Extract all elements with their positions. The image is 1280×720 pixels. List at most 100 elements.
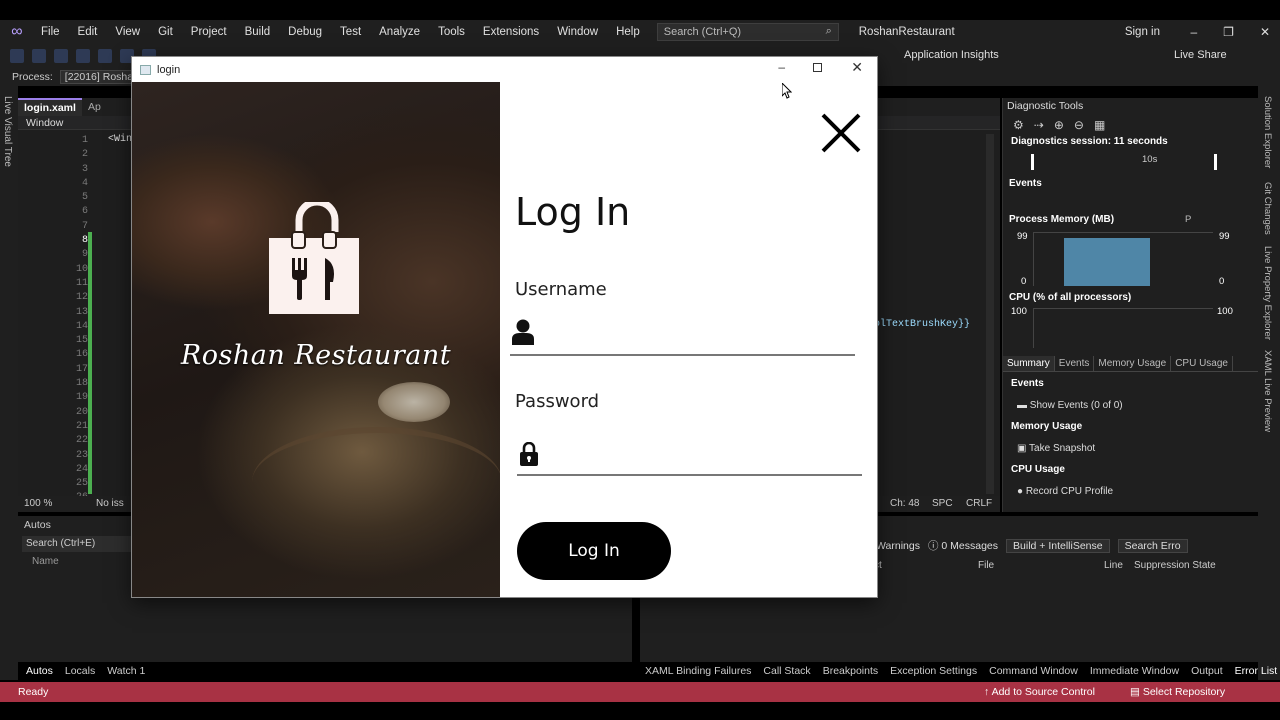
messages-filter[interactable]: ⓘ 0 Messages [928,538,998,553]
messages-label: 0 Messages [941,540,999,552]
tab-error-list[interactable]: Error List [1235,665,1278,677]
live-share-button[interactable]: Live Share [1174,49,1227,61]
tab-cpu-usage[interactable]: CPU Usage [1171,356,1233,371]
tab-locals[interactable]: Locals [65,665,95,677]
tab-watch-1[interactable]: Watch 1 [107,665,145,677]
events-icon: ▬ [1017,400,1030,411]
password-label: Password [515,391,600,412]
diag-timeline-ruler[interactable]: 10s [1031,154,1217,170]
live-visual-tree-tab[interactable]: Live Visual Tree [2,96,13,167]
menu-git[interactable]: Git [149,26,182,38]
diag-tabs: Summary Events Memory Usage CPU Usage [1003,356,1259,372]
editor-scrollbar[interactable] [986,134,994,494]
login-heading: Log In [515,190,631,234]
tab-app-xaml[interactable]: Ap [82,101,107,113]
tab-call-stack[interactable]: Call Stack [763,665,810,677]
menu-file[interactable]: File [32,26,69,38]
issues-indicator[interactable]: No iss [96,496,124,512]
line-number: 22 [75,435,88,447]
line-ending[interactable]: CRLF [966,496,992,512]
git-changes-tab[interactable]: Git Changes [1262,182,1273,235]
error-list-columns: ct File Line Suppression State [874,560,1216,571]
menu-window[interactable]: Window [548,26,607,38]
ide-restore-icon[interactable]: ❐ [1223,25,1234,39]
menu-analyze[interactable]: Analyze [370,26,429,38]
line-number: 12 [75,292,88,304]
tab-autos[interactable]: Autos [26,665,53,677]
tab-events[interactable]: Events [1055,356,1095,371]
diag-events-section[interactable]: Events [1009,178,1042,189]
menu-help[interactable]: Help [607,26,649,38]
export-icon[interactable]: ⇢ [1034,118,1044,132]
login-button[interactable]: Log In [517,522,671,580]
col-project[interactable]: ct [874,560,978,571]
tab-xaml-binding-failures[interactable]: XAML Binding Failures [645,665,751,677]
select-repository-label: Select Repository [1142,686,1226,698]
zoom-level[interactable]: 100 % [24,496,52,512]
window-maximize-button[interactable] [813,63,822,72]
menu-test[interactable]: Test [331,26,370,38]
tab-output[interactable]: Output [1191,665,1223,677]
zoom-in-icon[interactable]: ⊕ [1054,118,1064,132]
menu-view[interactable]: View [106,26,149,38]
add-to-source-control[interactable]: ↑ Add to Source Control [984,682,1095,702]
take-snapshot-label: Take Snapshot [1029,443,1096,454]
settings-gear-icon[interactable]: ⚙ [1013,118,1024,132]
col-file[interactable]: File [978,560,1104,571]
save-all-icon[interactable] [98,49,112,63]
back-icon[interactable] [10,49,24,63]
tab-command-window[interactable]: Command Window [989,665,1078,677]
line-number: 21 [75,420,88,432]
ide-close-icon[interactable]: ✕ [1260,25,1270,39]
menu-extensions[interactable]: Extensions [474,26,548,38]
tab-breakpoints[interactable]: Breakpoints [823,665,878,677]
tab-summary[interactable]: Summary [1003,356,1055,371]
diag-memory-section[interactable]: Process Memory (MB) [1009,214,1114,225]
col-line[interactable]: Line [1104,560,1134,571]
take-snapshot-link[interactable]: ▣ Take Snapshot [1017,443,1095,454]
change-tracking-bar [88,232,92,494]
tab-exception-settings[interactable]: Exception Settings [890,665,977,677]
menu-debug[interactable]: Debug [279,26,331,38]
diag-cpu-section[interactable]: CPU (% of all processors) [1009,292,1131,303]
record-cpu-link[interactable]: ● Record CPU Profile [1017,486,1113,497]
error-list-search[interactable]: Search Erro [1117,538,1188,553]
warnings-filter[interactable]: Warnings [876,540,920,552]
xaml-live-preview-tab[interactable]: XAML Live Preview [1262,350,1273,432]
select-repository[interactable]: ▤ Select Repository [1130,682,1225,702]
restaurant-bag-icon [269,202,359,314]
col-suppression-state[interactable]: Suppression State [1134,560,1216,571]
live-property-explorer-tab[interactable]: Live Property Explorer [1262,246,1273,340]
tab-memory-usage[interactable]: Memory Usage [1094,356,1172,371]
menu-build[interactable]: Build [236,26,280,38]
line-number: 20 [75,406,88,418]
solution-explorer-tab[interactable]: Solution Explorer [1262,96,1273,168]
open-icon[interactable] [54,49,68,63]
sign-in-link[interactable]: Sign in [1125,26,1160,38]
ide-search-box[interactable]: Search (Ctrl+Q) ⌕ [656,23,839,41]
line-number: 2 [81,149,88,161]
new-file-icon[interactable] [32,49,46,63]
window-close-button[interactable]: ✕ [851,59,863,76]
password-input[interactable] [546,440,856,470]
build-intellisense-select[interactable]: Build + IntelliSense [1006,538,1110,553]
window-minimize-button[interactable]: – [778,60,785,74]
application-insights-button[interactable]: Application Insights [904,49,999,61]
tab-login-xaml[interactable]: login.xaml [18,98,82,116]
login-window-titlebar[interactable]: login – ✕ [132,57,877,82]
username-input[interactable] [538,318,853,348]
reset-zoom-icon[interactable]: ▦ [1094,118,1105,132]
menu-project[interactable]: Project [182,26,236,38]
username-label: Username [515,279,607,300]
ide-minimize-icon[interactable]: – [1190,25,1197,39]
indent-mode[interactable]: SPC [932,496,953,512]
save-icon[interactable] [76,49,90,63]
menu-tools[interactable]: Tools [429,26,474,38]
zoom-out-icon[interactable]: ⊖ [1074,118,1084,132]
diag-toolbar: ⚙ ⇢ ⊕ ⊖ ▦ [1003,114,1258,136]
close-icon[interactable] [820,112,862,154]
status-ready: Ready [18,686,49,698]
tab-immediate-window[interactable]: Immediate Window [1090,665,1179,677]
menu-edit[interactable]: Edit [69,26,107,38]
show-events-link[interactable]: ▬ Show Events (0 of 0) [1017,400,1123,411]
